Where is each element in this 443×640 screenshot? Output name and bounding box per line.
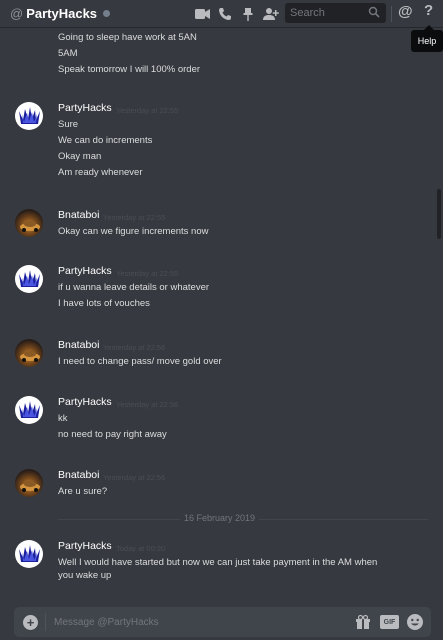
channel-title: PartyHacks [26,6,98,21]
message-input[interactable] [54,615,344,630]
message-text: I need to change pass/ move gold over [58,356,222,367]
mention-icon[interactable]: @ [398,3,413,20]
help-icon[interactable]: ? [424,2,433,19]
avatar[interactable] [15,396,43,424]
message-author[interactable]: PartyHacks [58,102,112,114]
gif-button[interactable]: GIF [380,615,399,629]
message-author[interactable]: PartyHacks [58,540,112,552]
message-author[interactable]: PartyHacks [58,396,112,408]
avatar[interactable] [15,265,43,293]
voice-call-icon[interactable] [215,4,235,24]
status-indicator [103,10,111,17]
message-text: Speak tomorrow I will 100% order [58,64,201,75]
message-timestamp: Yesterday at 22:56 [103,343,166,352]
avatar[interactable] [15,339,43,367]
message-author[interactable]: PartyHacks [58,265,112,277]
message-list[interactable]: Going to sleep have work at 5AN 5AM Spea… [0,29,443,604]
message-text: We can do increments [58,135,153,146]
pin-icon[interactable] [238,4,258,24]
message-timestamp: Yesterday at 22:56 [116,400,179,409]
message-text: 5AM [58,48,78,59]
message-author[interactable]: Bnataboi [58,469,99,481]
avatar[interactable] [15,209,43,237]
message-text: kk [58,413,68,424]
avatar[interactable] [15,102,43,130]
message-text: Okay man [58,151,102,162]
avatar[interactable] [15,469,43,497]
channel-header: @ PartyHacks Search @ ? [0,0,443,28]
add-friend-icon[interactable] [261,4,281,24]
search-input[interactable]: Search [285,3,386,23]
search-placeholder: Search [290,7,325,19]
message-text: Am ready whenever [58,167,143,178]
emoji-icon[interactable] [406,613,424,631]
message-text: Sure [58,119,79,130]
message-text: Okay can we figure increments now [58,226,209,237]
message-author[interactable]: Bnataboi [58,339,99,351]
message-timestamp: Yesterday at 22:55 [103,213,166,222]
message-author[interactable]: Bnataboi [58,209,99,221]
upload-button[interactable]: + [23,615,38,630]
message-text: no need to pay right away [58,429,167,440]
message-text: Are u sure? [58,486,108,497]
search-icon [368,6,382,20]
video-call-icon[interactable] [192,4,212,24]
message-text: Going to sleep have work at 5AN [58,32,197,43]
date-divider-label: 16 February 2019 [180,513,260,523]
gift-icon[interactable] [355,614,371,630]
dm-at-symbol: @ [10,6,24,21]
composer-divider [45,613,46,631]
message-timestamp: Today at 00:20 [116,544,166,553]
header-divider [391,6,392,22]
message-timestamp: Yesterday at 22:55 [116,269,179,278]
message-composer: + GIF [14,607,431,637]
message-text: Well I would have started but now we can… [58,557,378,568]
message-text: if u wanna leave details or whatever [58,282,210,293]
message-timestamp: Yesterday at 22:55 [116,106,179,115]
message-text: you wake up [58,570,112,581]
avatar[interactable] [15,540,43,568]
scrollbar-thumb[interactable] [437,189,441,239]
message-timestamp: Yesterday at 22:56 [103,473,166,482]
message-text: I have lots of vouches [58,298,150,309]
